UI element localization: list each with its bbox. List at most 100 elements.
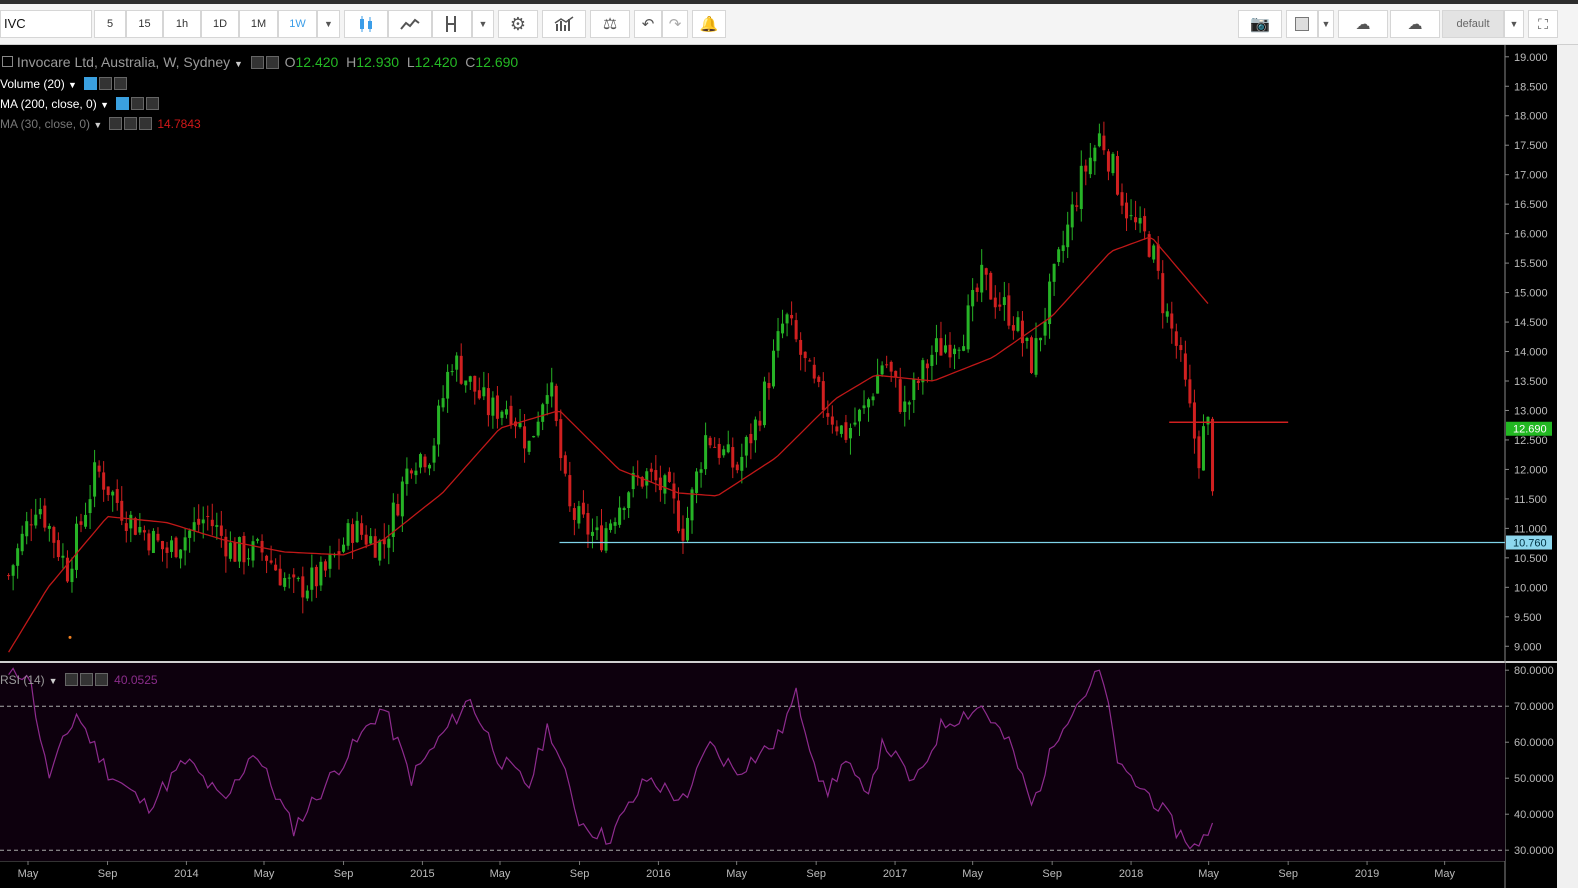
settings-icon[interactable] — [80, 673, 94, 686]
drawing-dropdown-button[interactable]: ▼ — [472, 10, 494, 38]
candle-body — [74, 523, 78, 570]
candle-body — [1007, 295, 1011, 326]
volume-label[interactable]: Volume (20) — [0, 77, 65, 91]
price-tick-label: 18.500 — [1514, 81, 1548, 93]
interval-15-button[interactable]: 15 — [126, 10, 163, 38]
settings-icon[interactable] — [130, 97, 144, 110]
candle-body — [776, 331, 780, 351]
close-icon[interactable] — [145, 97, 159, 110]
ma30-label[interactable]: MA (30, close, 0) — [0, 117, 90, 131]
candle-body — [785, 314, 789, 324]
candle-body — [174, 537, 178, 558]
eye-icon[interactable] — [65, 673, 79, 686]
candle-body — [301, 576, 305, 598]
price-chart[interactable]: 9.000 9.500 10.000 10.500 11.000 11.500 12.000… — [0, 45, 1578, 888]
fullscreen-button[interactable]: ⛶ — [1528, 10, 1558, 38]
save-chart-button[interactable]: ☁ — [1390, 10, 1440, 38]
candle-body — [84, 514, 88, 527]
chevron-down-icon[interactable]: ▼ — [68, 80, 77, 90]
candle-body — [486, 388, 490, 416]
candle-body — [25, 521, 29, 537]
candle-body — [16, 548, 20, 566]
chevron-down-icon[interactable]: ▼ — [100, 100, 109, 110]
collapse-icon[interactable] — [2, 56, 13, 67]
redo-button[interactable]: ↷ — [662, 10, 688, 38]
settings-button[interactable]: ⚙ — [498, 10, 538, 38]
candle-body — [160, 540, 164, 550]
layout-dropdown-button[interactable]: ▼ — [1318, 10, 1334, 38]
interval-1h-button[interactable]: 1h — [163, 10, 201, 38]
candle-body — [323, 561, 327, 571]
interval-dropdown-button[interactable]: ▼ — [317, 10, 340, 38]
chart-area[interactable]: 9.000 9.500 10.000 10.500 11.000 11.500 12.000… — [0, 45, 1578, 888]
chevron-down-icon[interactable]: ▼ — [49, 676, 58, 686]
indicators-button[interactable] — [388, 10, 432, 38]
candle-body — [663, 475, 667, 494]
chevron-down-icon[interactable]: ▼ — [234, 59, 243, 69]
candle-body — [79, 521, 83, 525]
candlestick-style-button[interactable] — [344, 10, 388, 38]
series-title[interactable]: Invocare Ltd, Australia, W, Sydney — [17, 54, 230, 70]
eye-icon[interactable] — [83, 77, 97, 90]
candle-body — [744, 437, 748, 456]
candle-body — [527, 440, 531, 452]
close-icon[interactable] — [113, 77, 127, 90]
chevron-down-icon[interactable]: ▼ — [93, 120, 102, 130]
candle-body — [396, 503, 400, 516]
candle-body — [563, 455, 567, 474]
scale-button[interactable]: ⚖ — [590, 10, 630, 38]
layout-button[interactable] — [1286, 10, 1318, 38]
time-tick-label: May — [1198, 868, 1219, 880]
settings-icon[interactable] — [250, 56, 264, 69]
time-tick-label: Sep — [1042, 868, 1062, 880]
candle-body — [1138, 217, 1142, 224]
eye-icon[interactable] — [265, 56, 279, 69]
ma200-label[interactable]: MA (200, close, 0) — [0, 97, 97, 111]
layout-name-button[interactable]: default — [1442, 10, 1504, 38]
candle-body — [147, 533, 151, 551]
candle-body — [369, 536, 373, 544]
screenshot-button[interactable]: 📷 — [1238, 10, 1282, 38]
eye-icon[interactable] — [108, 117, 122, 130]
interval-1m-button[interactable]: 1M — [239, 10, 278, 38]
candle-body — [731, 447, 735, 468]
interval-5-button[interactable]: 5 — [94, 10, 126, 38]
candle-body — [545, 395, 549, 404]
time-tick-label: 2017 — [883, 868, 907, 880]
symbol-search-input[interactable]: IVC — [0, 10, 92, 38]
right-sidebar — [1557, 45, 1578, 888]
open-value: 12.420 — [295, 54, 339, 70]
price-legend: Invocare Ltd, Australia, W, Sydney ▼ O12… — [2, 54, 518, 70]
candle-body — [450, 371, 454, 373]
candle-body — [613, 522, 617, 526]
time-tick-label: May — [18, 868, 39, 880]
candle-body — [523, 426, 527, 449]
layout-name-dropdown[interactable]: ▼ — [1504, 10, 1524, 38]
settings-icon[interactable] — [98, 77, 112, 90]
ma30-legend: MA (30, close, 0) ▼ 14.7843 — [0, 117, 201, 131]
rsi-label[interactable]: RSI (14) — [0, 673, 45, 687]
candle-body — [405, 468, 409, 485]
close-icon[interactable] — [138, 117, 152, 130]
settings-icon[interactable] — [123, 117, 137, 130]
close-icon[interactable] — [95, 673, 109, 686]
undo-button[interactable]: ↶ — [634, 10, 662, 38]
candle-body — [586, 513, 590, 535]
candle-body — [839, 425, 843, 434]
candle-body — [889, 361, 893, 372]
eye-icon[interactable] — [115, 97, 129, 110]
compare-button[interactable] — [542, 10, 586, 38]
marker-dot — [68, 635, 72, 639]
candle-body — [966, 305, 970, 350]
interval-1d-button[interactable]: 1D — [201, 10, 239, 38]
candle-body — [767, 383, 771, 389]
candle-body — [916, 380, 920, 383]
candle-body — [618, 507, 622, 525]
load-chart-button[interactable]: ☁ — [1338, 10, 1388, 38]
add-alert-button[interactable]: 🔔 — [692, 10, 726, 38]
candle-body — [717, 443, 721, 458]
candle-body — [1197, 436, 1201, 469]
drawing-tools-button[interactable] — [432, 10, 472, 38]
candle-body — [980, 264, 984, 293]
interval-1w-button[interactable]: 1W — [278, 10, 317, 38]
